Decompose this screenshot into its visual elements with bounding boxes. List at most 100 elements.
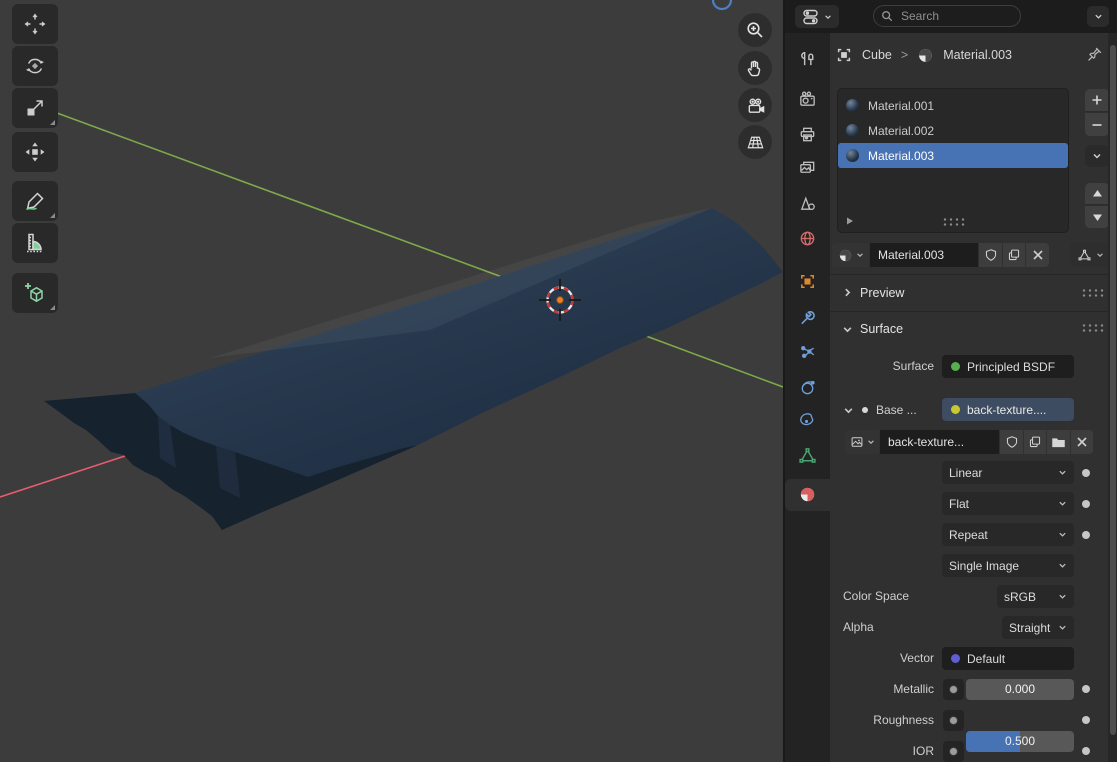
add-cube-tool-button[interactable] [12, 273, 58, 313]
panel-drag-grip[interactable] [1081, 288, 1104, 297]
animate-decorator-dot[interactable] [1082, 531, 1090, 539]
breadcrumb-object[interactable]: Cube [862, 48, 892, 62]
annotate-icon [23, 189, 47, 213]
move-tool-button[interactable] [12, 4, 58, 44]
new-material-button[interactable] [1003, 243, 1025, 267]
roughness-label: Roughness [830, 709, 934, 732]
browse-material-button[interactable] [832, 243, 869, 267]
tab-object-data[interactable] [797, 445, 818, 466]
remove-material-slot-button[interactable] [1085, 113, 1109, 136]
measure-tool-button[interactable] [12, 223, 58, 263]
alpha-dropdown[interactable]: Straight [1002, 616, 1074, 639]
mesh-data-icon [1077, 248, 1092, 263]
tab-material[interactable] [797, 484, 818, 505]
surface-shader-value: Principled BSDF [967, 360, 1055, 374]
tab-particles[interactable] [797, 342, 818, 363]
surface-panel-header[interactable]: Surface [830, 312, 1110, 346]
link-material-target-dropdown[interactable] [1070, 243, 1110, 267]
navigation-gizmo-axis[interactable] [713, 0, 731, 9]
base-color-link-button[interactable]: back-texture.... [942, 398, 1074, 421]
tab-constraints[interactable] [797, 410, 818, 431]
zoom-view-button[interactable] [738, 13, 772, 47]
tab-output[interactable] [797, 124, 818, 145]
animate-decorator-dot[interactable] [1082, 685, 1090, 693]
material-name-value: Material.003 [878, 248, 944, 262]
animate-decorator-dot[interactable] [1082, 469, 1090, 477]
chevron-down-icon [1058, 592, 1067, 601]
material-slot-row-selected[interactable]: Material.003 [838, 143, 1068, 168]
material-name-field[interactable]: Material.003 [870, 243, 978, 267]
metallic-socket[interactable] [943, 679, 964, 700]
tab-world[interactable] [797, 228, 818, 249]
color-space-dropdown[interactable]: sRGB [997, 585, 1074, 608]
search-box[interactable] [873, 5, 1021, 27]
tab-tool[interactable] [797, 47, 818, 68]
orthographic-toggle-button[interactable] [738, 125, 772, 159]
camera-view-button[interactable] [738, 88, 772, 122]
editor-type-selector[interactable] [795, 5, 839, 28]
unlink-material-button[interactable] [1026, 243, 1049, 267]
material-slot-row[interactable]: Material.001 [838, 93, 1068, 118]
slab-top-surface[interactable] [44, 208, 783, 530]
pan-hand-icon [745, 58, 765, 78]
properties-header [785, 0, 1117, 33]
tab-scene[interactable] [797, 193, 818, 214]
surface-shader-button[interactable]: Principled BSDF [942, 355, 1074, 378]
material-specials-menu-button[interactable] [1085, 145, 1109, 167]
annotate-tool-button[interactable] [12, 181, 58, 221]
y-axis-line [57, 113, 502, 277]
pin-button[interactable] [1086, 46, 1103, 63]
vector-input-button[interactable]: Default [942, 647, 1074, 670]
animate-decorator-dot[interactable] [1082, 747, 1090, 755]
list-resize-grip[interactable] [942, 217, 965, 226]
3d-viewport[interactable] [0, 0, 783, 762]
roughness-slider[interactable]: 0.500 [966, 731, 1074, 752]
search-input[interactable] [899, 8, 999, 24]
header-overflow-button[interactable] [1087, 6, 1109, 27]
add-material-slot-button[interactable] [1085, 89, 1109, 112]
tab-render[interactable] [797, 89, 818, 110]
image-fake-user-button[interactable] [1000, 430, 1023, 454]
measure-icon [23, 231, 47, 255]
properties-scrollbar[interactable] [1108, 33, 1117, 762]
ior-socket[interactable] [943, 741, 964, 762]
tab-view-layer[interactable] [797, 157, 818, 178]
tab-physics[interactable] [797, 377, 818, 398]
scrollbar-thumb[interactable] [1110, 45, 1116, 735]
interpolation-dropdown[interactable]: Linear [942, 461, 1074, 484]
panel-drag-grip[interactable] [1081, 323, 1104, 332]
open-image-button[interactable] [1047, 430, 1070, 454]
transform-tool-button[interactable] [12, 132, 58, 172]
roughness-socket[interactable] [943, 710, 964, 731]
base-color-label: Base ... [876, 399, 917, 422]
pan-view-button[interactable] [738, 51, 772, 85]
material-slot-row[interactable]: Material.002 [838, 118, 1068, 143]
fake-user-button[interactable] [979, 243, 1002, 267]
close-icon [1032, 249, 1044, 261]
move-slot-down-button[interactable] [1085, 206, 1109, 228]
tab-object[interactable] [797, 271, 818, 292]
browse-image-button[interactable] [845, 430, 879, 454]
breadcrumb-material[interactable]: Material.003 [943, 48, 1012, 62]
tab-modifiers[interactable] [797, 307, 818, 328]
move-slot-up-button[interactable] [1085, 183, 1109, 205]
tool-icon [798, 48, 817, 67]
list-filter-expand-icon[interactable] [845, 216, 855, 226]
socket-connected-dot [862, 407, 868, 413]
extension-dropdown[interactable]: Repeat [942, 523, 1074, 546]
orthographic-grid-icon [745, 132, 766, 153]
preview-panel-header[interactable]: Preview [830, 275, 1110, 310]
image-name-field[interactable]: back-texture... [880, 430, 999, 454]
base-color-expand-row[interactable]: Base ... [843, 398, 917, 422]
scale-tool-button[interactable] [12, 88, 58, 128]
projection-value: Flat [949, 497, 969, 511]
source-dropdown[interactable]: Single Image [942, 554, 1074, 577]
projection-dropdown[interactable]: Flat [942, 492, 1074, 515]
animate-decorator-dot[interactable] [1082, 716, 1090, 724]
material-properties-content: Cube > Material.003 Material.001 [830, 33, 1110, 762]
metallic-slider[interactable]: 0.000 [966, 679, 1074, 700]
unlink-image-button[interactable] [1071, 430, 1093, 454]
animate-decorator-dot[interactable] [1082, 500, 1090, 508]
rotate-tool-button[interactable] [12, 46, 58, 86]
new-image-button[interactable] [1024, 430, 1046, 454]
